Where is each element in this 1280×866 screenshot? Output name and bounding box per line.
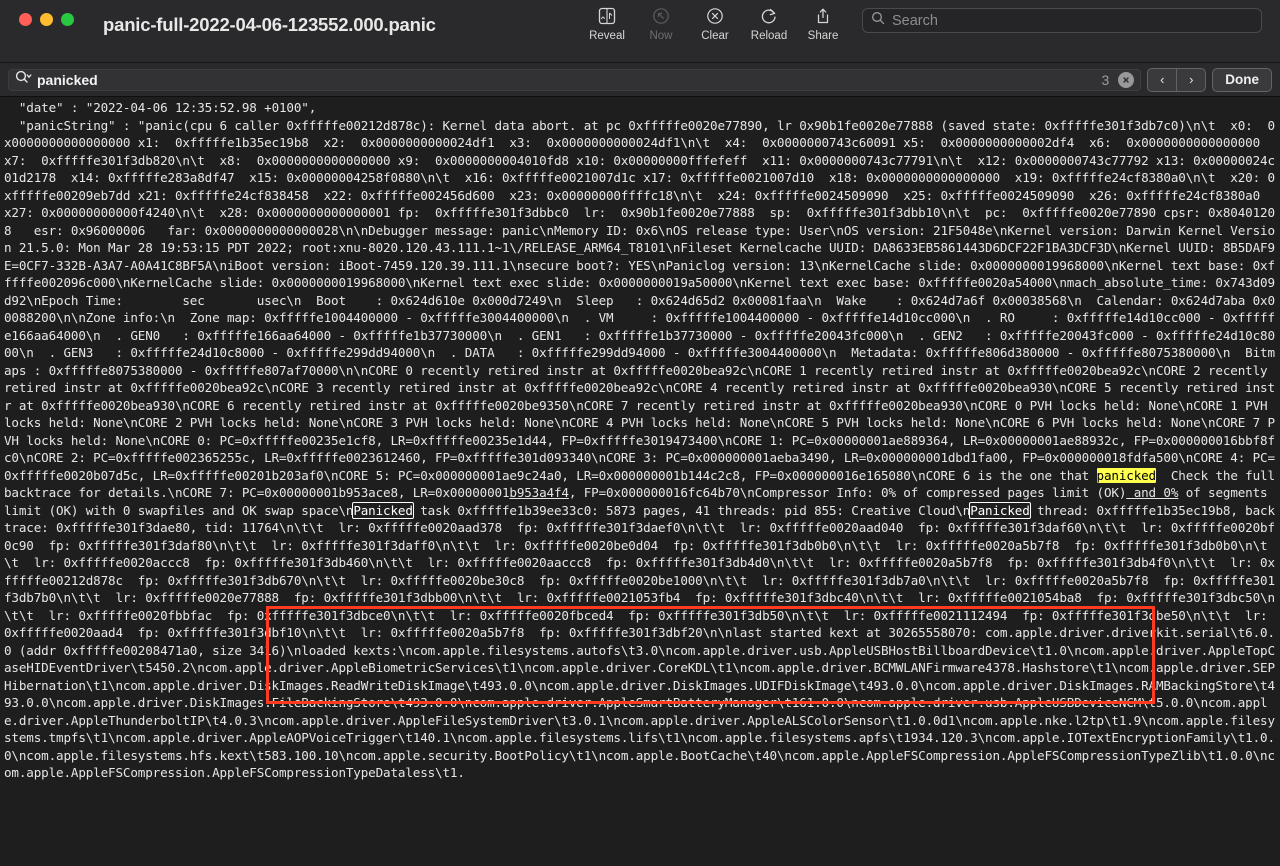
- close-window-button[interactable]: [19, 13, 32, 26]
- minimize-window-button[interactable]: [40, 13, 53, 26]
- log-text-run: "date" : "2022-04-06 12:35:52.98 +0100",…: [4, 100, 1275, 483]
- log-text-run: thread: 0xfffffe1b35ec19b8, backtrace: 0…: [4, 502, 1275, 781]
- window-title: panic-full-2022-04-06-123552.000.panic: [103, 14, 436, 35]
- log-text-run: task 0xfffffe1b39ee33c0: 5873 pages, 41 …: [412, 502, 971, 518]
- toolbar-share-button[interactable]: Share: [796, 4, 850, 43]
- find-next-button[interactable]: ›: [1176, 68, 1205, 91]
- search-match-highlight: Panicked: [352, 501, 414, 519]
- search-match-highlight: Panicked: [969, 501, 1031, 519]
- search-match-current: panicked: [1096, 467, 1156, 483]
- panic-log-text: "date" : "2022-04-06 12:35:52.98 +0100",…: [0, 97, 1280, 782]
- find-clear-button[interactable]: [1118, 71, 1135, 88]
- finder-reveal-icon: [598, 4, 616, 28]
- log-content-area[interactable]: "date" : "2022-04-06 12:35:52.98 +0100",…: [0, 97, 1280, 866]
- search-placeholder-text: Search: [892, 12, 938, 29]
- find-done-button[interactable]: Done: [1212, 67, 1272, 92]
- toolbar-reveal-button[interactable]: Reveal: [580, 4, 634, 43]
- traffic-light-group: [0, 0, 74, 26]
- toolbar-reload-button[interactable]: Reload: [742, 4, 796, 43]
- toolbar-share-label: Share: [807, 30, 839, 42]
- toolbar: Reveal Now Clear Reload Share: [580, 4, 850, 43]
- share-upload-icon: [814, 4, 832, 28]
- find-query-text: panicked: [37, 71, 98, 88]
- toolbar-reload-label: Reload: [750, 30, 788, 42]
- underlined-text: b953a4f4: [509, 485, 569, 500]
- window-titlebar: panic-full-2022-04-06-123552.000.panic R…: [0, 0, 1280, 63]
- toolbar-now-label: Now: [649, 30, 673, 42]
- search-magnifier-dropdown-icon[interactable]: [15, 70, 32, 89]
- toolbar-clear-button[interactable]: Clear: [688, 4, 742, 43]
- search-magnifier-icon: [871, 11, 885, 30]
- find-navigation-segmented-control: ‹ ›: [1147, 67, 1207, 92]
- log-text-run: 1b203af0: [264, 467, 324, 483]
- find-input-field[interactable]: panicked 3: [8, 68, 1142, 91]
- find-previous-button[interactable]: ‹: [1148, 69, 1176, 91]
- toolbar-reveal-label: Reveal: [589, 30, 625, 42]
- toolbar-clear-label: Clear: [701, 30, 729, 42]
- underlined-text: and 0%: [1126, 485, 1179, 500]
- find-match-count: 3: [1101, 71, 1110, 88]
- find-bar: panicked 3 ‹ › Done: [0, 63, 1280, 97]
- toolbar-search-field[interactable]: Search: [862, 8, 1262, 33]
- clear-circle-x-icon: [706, 4, 724, 28]
- toolbar-now-button[interactable]: Now: [634, 4, 688, 43]
- reload-circular-arrow-icon: [760, 4, 778, 28]
- log-text-run: \nCORE 5: PC=0x000000001ae9c24a0, LR=0x0…: [323, 467, 1097, 483]
- now-arrow-icon: [652, 4, 670, 28]
- maximize-window-button[interactable]: [61, 13, 74, 26]
- log-text-run: , FP=0x000000016fc64b70\nCompressor Info…: [568, 485, 1127, 500]
